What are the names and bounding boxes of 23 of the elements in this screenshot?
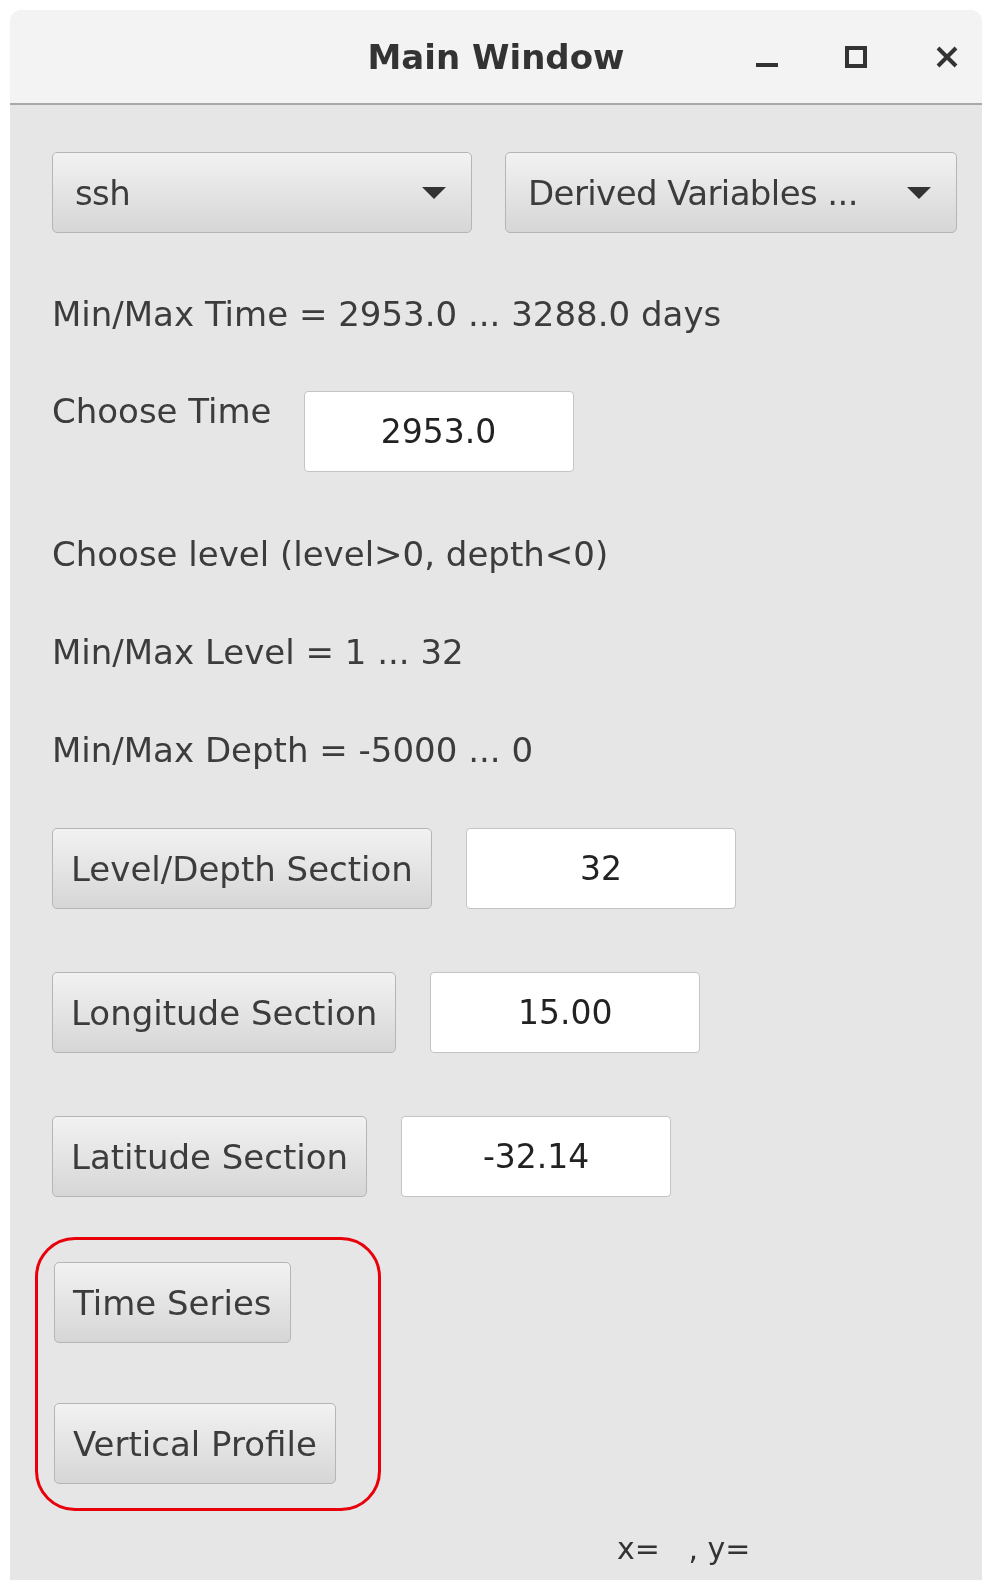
coordinates-text: x= , y= — [617, 1531, 752, 1567]
push-button[interactable]: Vertical Profile — [54, 1403, 336, 1484]
minimize-icon — [756, 62, 778, 67]
maximize-icon — [844, 44, 868, 69]
input-field[interactable]: -32.14 — [401, 1116, 672, 1197]
dropdown[interactable]: ssh — [52, 152, 472, 233]
caret-icon — [906, 185, 932, 200]
input-field[interactable]: 32 — [465, 828, 736, 909]
close-icon — [935, 44, 959, 69]
input-field[interactable]: 15.00 — [430, 972, 701, 1053]
window-title: Main Window — [367, 36, 625, 77]
depth-range-text: Min/Max Depth = -5000 ... 0 — [52, 730, 534, 770]
push-button[interactable]: Level/Depth Section — [52, 828, 432, 909]
push-button[interactable]: Latitude Section — [52, 1116, 368, 1197]
input-field[interactable]: 2953.0 — [303, 391, 574, 472]
level-range-text: Min/Max Level = 1 ... 32 — [52, 632, 465, 672]
dropdown[interactable]: Derived Variables ... — [505, 152, 957, 233]
level-hint-text: Choose level (level>0, depth<0) — [52, 534, 610, 574]
time-range-text: Min/Max Time = 2953.0 ... 3288.0 days — [52, 294, 723, 334]
push-button[interactable]: Longitude Section — [52, 972, 397, 1053]
caret-icon — [421, 185, 447, 200]
choose-time-label: Choose Time — [52, 391, 272, 433]
push-button[interactable]: Time Series — [54, 1262, 291, 1343]
